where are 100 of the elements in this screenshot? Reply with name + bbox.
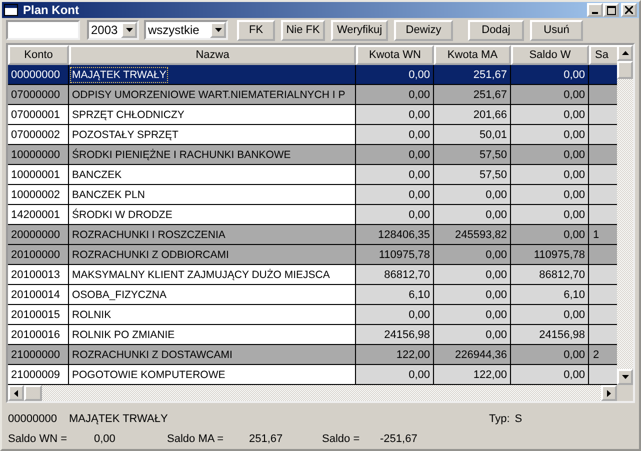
table-cell: 10000000 xyxy=(8,145,69,165)
table-cell: 0,00 xyxy=(356,125,434,145)
table-row[interactable]: 20100000 ROZRACHUNKI Z ODBIORCAMI 110975,78 0,00 110975,78 xyxy=(8,245,617,265)
table-row[interactable]: 20100015 ROLNIK 0,00 0,00 0,00 xyxy=(8,305,617,325)
table-cell: 0,00 xyxy=(356,65,434,85)
table-cell: 0,00 xyxy=(511,85,589,105)
table-cell: 14200001 xyxy=(8,205,69,225)
table-cell: 0,00 xyxy=(356,205,434,225)
table-row[interactable]: 00000000 MAJĄTEK TRWAŁY 0,00 251,67 0,00 xyxy=(8,65,617,85)
table-cell: 0,00 xyxy=(511,345,589,365)
table-row[interactable]: 20100016 ROLNIK PO ZMIANIE 24156,98 0,00 24156,98 xyxy=(8,325,617,345)
close-button[interactable] xyxy=(621,3,637,18)
table-cell: 0,00 xyxy=(511,205,589,225)
table-cell: 0,00 xyxy=(356,85,434,105)
table-cell: 20100016 xyxy=(8,325,69,345)
maximize-button[interactable] xyxy=(603,3,619,18)
toolbar-button[interactable]: Nie FK xyxy=(281,20,325,41)
table-row[interactable]: 14200001 ŚRODKI W DRODZE 0,00 0,00 0,00 xyxy=(8,205,617,225)
table-cell: 122,00 xyxy=(434,365,511,385)
table-cell: 0,00 xyxy=(434,285,511,305)
table-cell: 0,00 xyxy=(511,365,589,385)
table-cell: ŚRODKI PIENIĘŻNE I RACHUNKI BANKOWE xyxy=(69,145,356,165)
table-cell: SPRZĘT CHŁODNICZY xyxy=(69,105,356,125)
table-cell: MAKSYMALNY KLIENT ZAJMUJĄCY DUŻO MIEJSCA xyxy=(69,265,356,285)
table-row[interactable]: 21000000 ROZRACHUNKI Z DOSTAWCAMI 122,00 226944,36 0,00 2 xyxy=(8,345,617,365)
toolbar-button[interactable]: FK xyxy=(237,20,275,41)
table-row[interactable]: 07000001 SPRZĘT CHŁODNICZY 0,00 201,66 0,00 xyxy=(8,105,617,125)
filter-combo[interactable]: wszystkie xyxy=(144,20,228,40)
table-cell: ROZRACHUNKI Z ODBIORCAMI xyxy=(69,245,356,265)
account-number: 00000000 xyxy=(8,413,58,425)
toolbar-button[interactable]: Dodaj xyxy=(468,20,524,41)
table-cell: 0,00 xyxy=(511,105,589,125)
table-cell: 00000000 xyxy=(8,65,69,85)
table-cell: 251,67 xyxy=(434,65,511,85)
table-cell: 122,00 xyxy=(356,345,434,365)
table-cell xyxy=(589,105,617,125)
table-cell: 20100014 xyxy=(8,285,69,305)
column-header[interactable]: Kwota MA xyxy=(434,45,511,65)
table-cell xyxy=(589,125,617,145)
table-cell: 20100015 xyxy=(8,305,69,325)
column-header[interactable]: Nazwa xyxy=(69,45,356,65)
table-cell: 0,00 xyxy=(511,145,589,165)
scroll-right-icon xyxy=(607,390,611,396)
table-cell: ROLNIK xyxy=(69,305,356,325)
table-cell: POGOTOWIE KOMPUTEROWE xyxy=(69,365,356,385)
column-header[interactable]: Sa xyxy=(589,45,617,65)
table-cell: 110975,78 xyxy=(511,245,589,265)
toolbar-button[interactable]: Usuń xyxy=(530,20,583,41)
table-cell: 24156,98 xyxy=(356,325,434,345)
table-cell: ODPISY UMORZENIOWE WART.NIEMATERIALNYCH I P xyxy=(69,85,356,105)
table-row[interactable]: 07000000 ODPISY UMORZENIOWE WART.NIEMATERIALNYCH I P 0,00 251,67 0,00 xyxy=(8,85,617,105)
column-header[interactable]: Konto xyxy=(8,45,69,65)
type-label: Typ: xyxy=(489,413,510,425)
dropdown-arrow-icon xyxy=(126,28,132,32)
type-value: S xyxy=(514,413,522,425)
table-cell: OSOBA_FIZYCZNA xyxy=(69,285,356,305)
table-cell: 20100000 xyxy=(8,245,69,265)
scroll-thumb[interactable] xyxy=(24,385,42,401)
table-cell xyxy=(589,65,617,85)
table-cell: 0,00 xyxy=(511,185,589,205)
table-row[interactable]: 20000000 ROZRACHUNKI I ROSZCZENIA 128406,35 245593,82 0,00 1 xyxy=(8,225,617,245)
maximize-icon xyxy=(606,6,616,15)
table-cell: 0,00 xyxy=(356,185,434,205)
table-row[interactable]: 21000009 POGOTOWIE KOMPUTEROWE 0,00 122,00 0,00 xyxy=(8,365,617,385)
table-row[interactable]: 20100014 OSOBA_FIZYCZNA 6,10 0,00 6,10 xyxy=(8,285,617,305)
table-row[interactable]: 10000001 BANCZEK 0,00 57,50 0,00 xyxy=(8,165,617,185)
minimize-button[interactable] xyxy=(587,3,603,18)
column-header[interactable]: Saldo W xyxy=(511,45,589,65)
scroll-down-icon xyxy=(622,375,628,379)
table-cell: 6,10 xyxy=(511,285,589,305)
table-cell: 50,01 xyxy=(434,125,511,145)
table-cell: 07000000 xyxy=(8,85,69,105)
table-row[interactable]: 10000000 ŚRODKI PIENIĘŻNE I RACHUNKI BANKOWE 0,00 57,50 0,00 xyxy=(8,145,617,165)
table-cell: 0,00 xyxy=(434,185,511,205)
vertical-scrollbar[interactable] xyxy=(617,45,633,385)
saldo-label: Saldo = xyxy=(322,433,361,445)
input-field[interactable] xyxy=(6,20,80,40)
table-cell: 57,50 xyxy=(434,145,511,165)
table-cell xyxy=(589,365,617,385)
saldo-wn-label: Saldo WN = xyxy=(8,433,68,445)
table-row[interactable]: 07000002 POZOSTAŁY SPRZĘT 0,00 50,01 0,00 xyxy=(8,125,617,145)
table-cell: 226944,36 xyxy=(434,345,511,365)
table-cell xyxy=(589,145,617,165)
table-cell: 0,00 xyxy=(356,145,434,165)
table-row[interactable]: 10000002 BANCZEK PLN 0,00 0,00 0,00 xyxy=(8,185,617,205)
table-cell: 6,10 xyxy=(356,285,434,305)
table-row[interactable]: 20100013 MAKSYMALNY KLIENT ZAJMUJĄCY DUŻO MIEJSCA 86812,70 0,00 86812,70 xyxy=(8,265,617,285)
saldo-value: -251,67 xyxy=(380,433,418,445)
horizontal-scrollbar[interactable] xyxy=(8,385,617,401)
table-cell: BANCZEK PLN xyxy=(69,185,356,205)
table-cell: 07000001 xyxy=(8,105,69,125)
table-cell: ROZRACHUNKI I ROSZCZENIA xyxy=(69,225,356,245)
toolbar-button[interactable]: Weryfikuj xyxy=(331,20,388,41)
column-header[interactable]: Kwota WN xyxy=(356,45,434,65)
dropdown-arrow-icon xyxy=(214,28,222,32)
year-combo[interactable]: 2003 xyxy=(87,20,139,40)
table-cell: POZOSTAŁY SPRZĘT xyxy=(69,125,356,145)
scroll-thumb[interactable] xyxy=(617,61,633,79)
table-cell: 110975,78 xyxy=(356,245,434,265)
toolbar-button[interactable]: Dewizy xyxy=(394,20,453,41)
